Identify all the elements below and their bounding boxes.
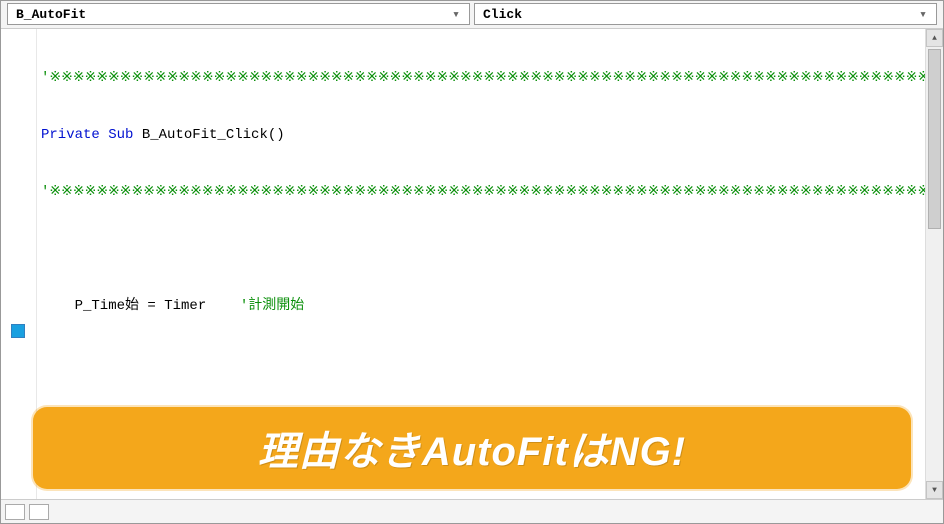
object-dropdown[interactable]: B_AutoFit ▾ (7, 3, 470, 25)
chevron-down-icon: ▾ (447, 5, 465, 23)
scroll-down-button[interactable]: ▼ (926, 481, 943, 499)
code-comment: '※※※※※※※※※※※※※※※※※※※※※※※※※※※※※※※※※※※※※※※… (41, 184, 925, 200)
scroll-up-button[interactable]: ▲ (926, 29, 943, 47)
procedure-dropdown[interactable]: Click ▾ (474, 3, 937, 25)
code-text: B_AutoFit_Click() (133, 127, 284, 143)
scrollbar-thumb[interactable] (928, 49, 941, 229)
object-dropdown-value: B_AutoFit (16, 7, 86, 22)
marker-icon (11, 324, 25, 338)
code-text: P_Time始 = Timer (41, 298, 240, 314)
view-tabs-bar (1, 499, 943, 523)
annotation-text: 理由なきAutoFitはNG! (258, 419, 686, 477)
procedure-view-button[interactable] (5, 504, 25, 520)
code-comment: '※※※※※※※※※※※※※※※※※※※※※※※※※※※※※※※※※※※※※※※… (41, 70, 925, 86)
procedure-dropdown-value: Click (483, 7, 522, 22)
code-keyword: Private Sub (41, 127, 133, 143)
annotation-overlay: 理由なきAutoFitはNG! (33, 407, 911, 489)
code-comment: '計測開始 (240, 298, 304, 314)
breakpoint-gutter[interactable] (1, 29, 37, 499)
vertical-scrollbar[interactable]: ▲ ▼ (925, 29, 943, 499)
chevron-down-icon: ▾ (914, 5, 932, 23)
full-module-view-button[interactable] (29, 504, 49, 520)
dropdown-bar: B_AutoFit ▾ Click ▾ (1, 1, 943, 29)
